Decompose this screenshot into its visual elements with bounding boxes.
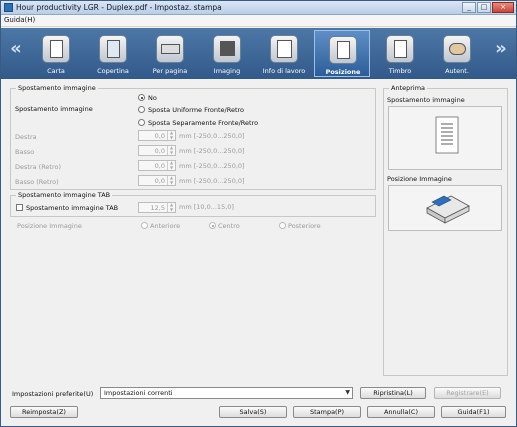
tab-label: Info di lavoro bbox=[262, 67, 306, 75]
tab-label: Imaging bbox=[213, 67, 241, 75]
image-shift-label: Spostamento immagine bbox=[15, 105, 93, 113]
radio-label: Centro bbox=[218, 222, 240, 230]
restore-button[interactable]: Ripristina(L) bbox=[360, 387, 426, 399]
tab-label: Per pagina bbox=[152, 67, 188, 75]
shift-right-stepper[interactable]: 0,0 ▲ ▼ bbox=[138, 130, 176, 141]
field-label: Destra (Retro) bbox=[15, 163, 62, 171]
cover-icon bbox=[99, 35, 127, 63]
shift-right-back-stepper[interactable]: 0,0 ▲ ▼ bbox=[138, 160, 176, 171]
radio-shift-uniform[interactable] bbox=[138, 106, 145, 113]
field-label: Basso bbox=[15, 148, 35, 156]
stepper-arrows[interactable]: ▲ ▼ bbox=[167, 202, 175, 212]
range-label: mm [-250,0...250,0] bbox=[179, 147, 245, 155]
scroll-right-icon[interactable]: » bbox=[494, 39, 508, 59]
register-button[interactable]: Registrare(E) bbox=[434, 387, 501, 399]
radio-shift-separate[interactable] bbox=[138, 119, 145, 126]
stepper-value: 0,0 bbox=[154, 147, 165, 155]
favorites-value: Impostazioni correnti bbox=[104, 389, 173, 397]
radio-shift-no[interactable] bbox=[138, 94, 145, 101]
bottom-bar: Impostazioni preferite(U) Impostazioni c… bbox=[1, 385, 516, 426]
tab-label: Carta bbox=[47, 67, 65, 75]
tab-autent[interactable]: Autent. bbox=[429, 30, 485, 77]
image-position-label: Posizione Immagine bbox=[17, 222, 82, 230]
radio-label: Posteriore bbox=[288, 222, 321, 230]
imaging-icon bbox=[213, 35, 241, 63]
tab-info-di-lavoro[interactable]: Info di lavoro bbox=[256, 30, 312, 77]
save-button[interactable]: Salva(S) bbox=[219, 406, 287, 418]
radio-label: Sposta Separamente Fronte/Retro bbox=[148, 119, 259, 127]
stepper-arrows[interactable]: ▲ ▼ bbox=[167, 160, 175, 170]
radio-position-front[interactable] bbox=[141, 222, 148, 229]
range-label: mm [-250,0...250,0] bbox=[179, 132, 245, 140]
window-controls: _ □ × bbox=[462, 2, 514, 13]
tab-label: Copertina bbox=[97, 67, 129, 75]
stepper-value: 0,0 bbox=[154, 177, 165, 185]
menu-guide[interactable]: Guida(H) bbox=[4, 16, 35, 24]
stepper-arrows[interactable]: ▲ ▼ bbox=[167, 175, 175, 185]
tab-paper-stack-icon bbox=[426, 195, 470, 224]
group-title: Spostamento immagine TAB bbox=[16, 191, 113, 199]
shift-down-stepper[interactable]: 0,0 ▲ ▼ bbox=[138, 145, 176, 156]
menu-bar: Guida(H) bbox=[1, 15, 516, 27]
preview-shift-label: Spostamento immagine bbox=[387, 96, 465, 104]
tab-timbro[interactable]: Timbro bbox=[372, 30, 428, 77]
radio-position-center[interactable] bbox=[209, 222, 216, 229]
position-icon bbox=[329, 36, 357, 64]
radio-label: Sposta Uniforme Fronte/Retro bbox=[148, 106, 245, 114]
authentication-icon bbox=[443, 35, 471, 63]
favorites-select[interactable]: Impostazioni correnti ▼ bbox=[100, 387, 353, 399]
shift-down-back-stepper[interactable]: 0,0 ▲ ▼ bbox=[138, 175, 176, 186]
tab-label: Timbro bbox=[388, 67, 412, 75]
field-label: Destra bbox=[15, 133, 37, 141]
minimize-button[interactable]: _ bbox=[462, 2, 476, 13]
tab-shift-stepper[interactable]: 12,5 ▲ ▼ bbox=[138, 202, 176, 213]
tab-label: Posizione bbox=[325, 68, 361, 76]
image-shift-preview bbox=[388, 106, 502, 170]
range-label: mm [-250,0...250,0] bbox=[179, 162, 245, 170]
stepper-arrows[interactable]: ▲ ▼ bbox=[167, 130, 175, 140]
stepper-value: 12,5 bbox=[150, 204, 165, 212]
checkbox-label: Spostamento immagine TAB bbox=[26, 204, 119, 212]
group-title: Spostamento immagine bbox=[16, 84, 98, 92]
help-button[interactable]: Guida(F1) bbox=[441, 406, 506, 418]
range-label: mm [-250,0...250,0] bbox=[179, 177, 245, 185]
page-preview-icon bbox=[435, 116, 459, 154]
group-title: Anteprima bbox=[389, 84, 428, 92]
tab-per-pagina[interactable]: Per pagina bbox=[142, 30, 198, 77]
stepper-value: 0,0 bbox=[154, 162, 165, 170]
range-label: mm [10,0...15,0] bbox=[179, 203, 234, 211]
stepper-value: 0,0 bbox=[154, 132, 165, 140]
tab-carta[interactable]: Carta bbox=[28, 30, 84, 77]
tab-label: Autent. bbox=[445, 67, 469, 75]
maximize-button[interactable]: □ bbox=[477, 2, 491, 13]
title-bar: Hour productivity LGR - Duplex.pdf - Imp… bbox=[1, 1, 516, 15]
image-position-preview bbox=[388, 185, 502, 231]
tab-copertina[interactable]: Copertina bbox=[85, 30, 141, 77]
favorites-label: Impostazioni preferite(U) bbox=[12, 390, 94, 398]
radio-label: Anteriore bbox=[150, 222, 181, 230]
stepper-arrows[interactable]: ▲ ▼ bbox=[167, 145, 175, 155]
radio-label: No bbox=[148, 94, 157, 102]
field-label: Basso (Retro) bbox=[15, 178, 59, 186]
paper-icon bbox=[42, 35, 70, 63]
print-button[interactable]: Stampa(P) bbox=[293, 406, 361, 418]
tab-posizione[interactable]: Posizione bbox=[314, 30, 370, 77]
stamp-icon bbox=[386, 35, 414, 63]
reset-button[interactable]: Reimposta(Z) bbox=[10, 406, 78, 418]
tab-imaging[interactable]: Imaging bbox=[199, 30, 255, 77]
preview-position-label: Posizione Immagine bbox=[387, 175, 452, 183]
radio-position-back[interactable] bbox=[279, 222, 286, 229]
settings-panel: Spostamento immagine Spostamento immagin… bbox=[5, 81, 512, 383]
print-settings-window: Hour productivity LGR - Duplex.pdf - Imp… bbox=[0, 0, 517, 427]
tab-strip: « Carta Copertina Per pagina Imaging Inf… bbox=[1, 28, 516, 79]
job-info-icon bbox=[270, 35, 298, 63]
tab-shift-checkbox[interactable] bbox=[16, 204, 23, 211]
window-title: Hour productivity LGR - Duplex.pdf - Imp… bbox=[16, 3, 222, 12]
per-page-icon bbox=[156, 35, 184, 63]
cancel-button[interactable]: Annulla(C) bbox=[367, 406, 435, 418]
scroll-left-icon[interactable]: « bbox=[9, 39, 23, 59]
app-icon bbox=[4, 3, 13, 12]
close-button[interactable]: × bbox=[492, 2, 514, 13]
chevron-down-icon: ▼ bbox=[345, 389, 350, 396]
